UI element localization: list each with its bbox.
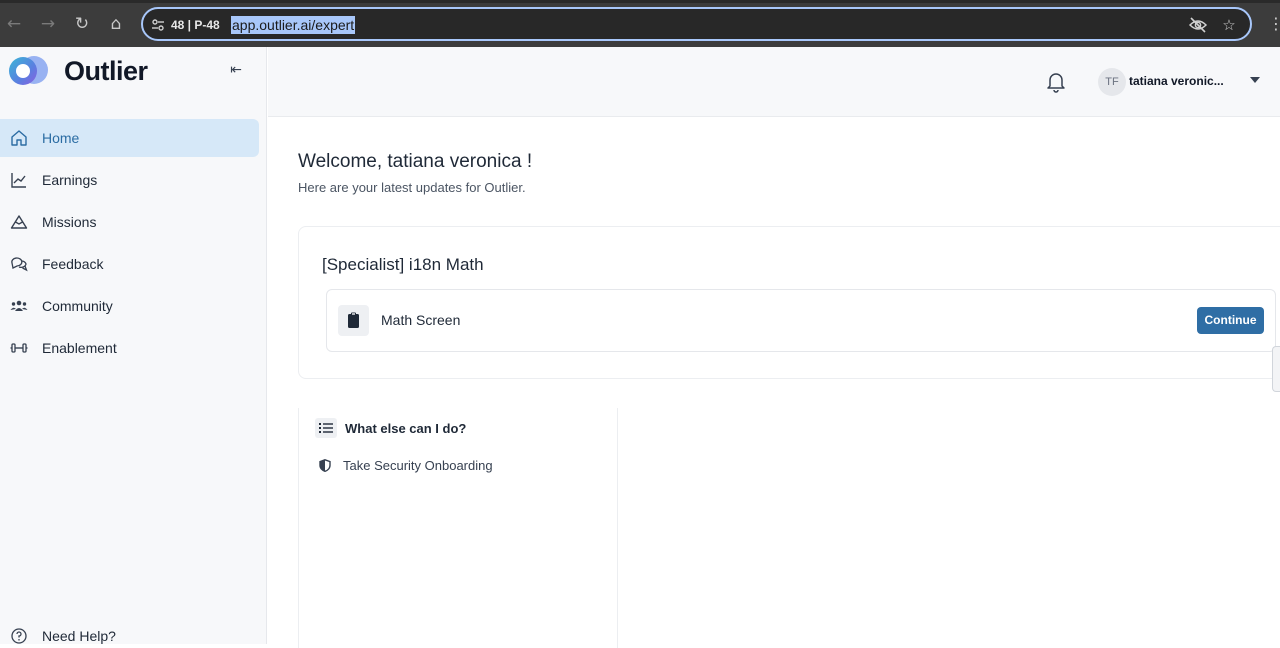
home-browser-icon[interactable]: ⌂ [104, 12, 128, 36]
clipboard-icon [338, 305, 369, 336]
tab-chip-label: 48 | P-48 [171, 18, 220, 32]
bell-icon[interactable] [1046, 71, 1066, 93]
sidebar-item-home[interactable]: Home [0, 119, 259, 157]
sidebar-nav: Home Earnings Missions Feedback Communit… [0, 119, 267, 371]
url-text[interactable]: app.outlier.ai/expert [231, 16, 356, 34]
project-title: [Specialist] i18n Math [322, 255, 484, 274]
side-drawer-handle[interactable] [1272, 346, 1280, 392]
need-help-label: Need Help? [42, 628, 116, 644]
sidebar-item-label: Feedback [42, 256, 104, 272]
reload-icon[interactable]: ↻ [70, 12, 94, 36]
address-bar[interactable]: 48 | P-48 app.outlier.ai/expert ☆ [141, 7, 1252, 41]
mountain-icon [10, 215, 28, 229]
sidebar-item-feedback[interactable]: Feedback [0, 245, 259, 283]
browser-toolbar: ← → ↻ ⌂ 48 | P-48 app.outlier.ai/expert … [0, 0, 1280, 47]
sidebar-item-label: Community [42, 298, 113, 314]
continue-button[interactable]: Continue [1197, 307, 1264, 334]
sidebar-item-missions[interactable]: Missions [0, 203, 259, 241]
logo-text: Outlier [64, 55, 148, 86]
collapse-sidebar-icon[interactable]: ⇤ [226, 60, 246, 80]
home-icon [11, 130, 27, 146]
top-header: TF tatiana veronic... [268, 47, 1280, 117]
page-title: Welcome, tatiana veronica ! [298, 151, 533, 172]
dumbbell-icon [10, 343, 28, 353]
todo-item-security-onboarding[interactable]: Take Security Onboarding [319, 458, 493, 473]
tune-icon [152, 19, 164, 31]
shield-icon [319, 459, 331, 472]
chevron-down-icon[interactable] [1250, 77, 1260, 83]
chat-bubbles-icon [11, 257, 28, 272]
todo-heading: What else can I do? [315, 418, 466, 438]
sidebar-item-label: Earnings [42, 172, 98, 188]
eye-off-icon[interactable] [1188, 15, 1208, 35]
page-subtitle: Here are your latest updates for Outlier… [298, 180, 526, 195]
site-info-chip[interactable]: 48 | P-48 [151, 16, 220, 34]
todo-heading-text: What else can I do? [345, 420, 467, 436]
task-row: Math Screen Continue [326, 289, 1276, 352]
need-help-link[interactable]: Need Help? [10, 627, 116, 645]
main-content: Welcome, tatiana veronica ! Here are you… [268, 118, 1280, 648]
sidebar-item-label: Home [42, 130, 80, 146]
chart-line-icon [11, 173, 26, 188]
sidebar-item-label: Enablement [42, 340, 117, 356]
outlier-logo-icon [9, 56, 48, 85]
task-name: Math Screen [381, 312, 461, 328]
todo-panel: What else can I do? Take Security Onboar… [298, 408, 618, 648]
sidebar-item-community[interactable]: Community [0, 287, 259, 325]
star-icon[interactable]: ☆ [1219, 15, 1239, 35]
logo[interactable]: Outlier [8, 55, 148, 87]
todo-item-label: Take Security Onboarding [343, 458, 493, 473]
help-circle-icon [11, 628, 27, 644]
avatar[interactable]: TF [1098, 68, 1126, 96]
sidebar-item-earnings[interactable]: Earnings [0, 161, 259, 199]
sidebar-item-enablement[interactable]: Enablement [0, 329, 259, 367]
people-icon [10, 300, 28, 311]
sidebar: Outlier ⇤ Home Earnings Missions Feedbac… [0, 47, 267, 644]
user-name[interactable]: tatiana veronic... [1129, 74, 1224, 88]
project-card: [Specialist] i18n Math Math Screen Conti… [298, 226, 1280, 379]
browser-menu-icon[interactable]: ⋮ [1268, 12, 1280, 36]
forward-arrow-icon[interactable]: → [36, 12, 60, 36]
sidebar-item-label: Missions [42, 214, 97, 230]
tab-strip [0, 0, 1280, 3]
list-icon [315, 418, 337, 438]
back-arrow-icon[interactable]: ← [2, 12, 26, 36]
